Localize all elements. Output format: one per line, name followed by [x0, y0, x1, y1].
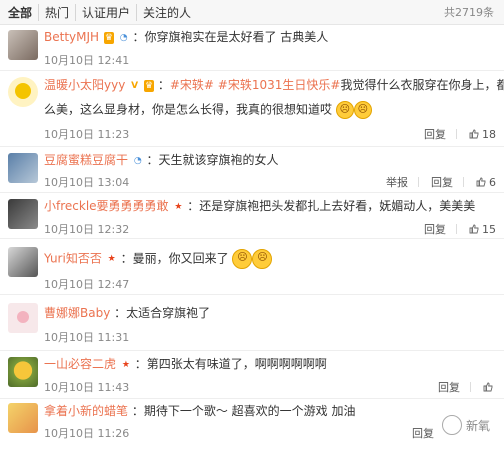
list-item: 曹娜娜Baby ：太适合穿旗袍了 10月10日 11:31: [0, 295, 504, 351]
star-badge-icon: ★: [121, 359, 130, 370]
username[interactable]: 温暖小太阳yyy: [44, 78, 125, 92]
comment-count: 共2719条: [444, 6, 494, 19]
username[interactable]: 一山必容二虎: [44, 357, 116, 371]
thumbs-up-icon: [469, 224, 479, 234]
username[interactable]: 小freckle要勇勇勇勇敢: [44, 199, 169, 213]
like-count: 6: [489, 175, 496, 189]
vip-crown-icon: ♛: [103, 31, 114, 44]
like-button[interactable]: 6: [476, 176, 496, 189]
star-badge-icon: ★: [107, 254, 116, 264]
list-item: BettyMJH ♛ ◔ ：你穿旗袍实在是太好看了 古典美人 10月10日 12…: [0, 25, 504, 71]
list-item: 拿着小新的蜡笔 ：期待下一个歌～ 超喜欢的一个游戏 加油 10月10日 11:2…: [0, 399, 504, 447]
reply-button[interactable]: 回复: [412, 425, 434, 441]
timestamp: 10月10日 12:41: [44, 54, 130, 67]
username[interactable]: 豆腐蜜糕豆腐干: [44, 153, 128, 167]
list-item: 温暖小太阳yyy V ♛ ：#宋轶# #宋轶1031生日快乐#我觉得什么衣服穿在…: [0, 71, 504, 147]
list-item: Yuri知否否 ★ ：曼丽，你又回来了 ☹ ☹ 10月10日 12:47: [0, 239, 504, 295]
username[interactable]: BettyMJH: [44, 30, 99, 44]
list-item: 一山必容二虎 ★ ：第四张太有味道了，啊啊啊啊啊啊 10月10日 11:43 回…: [0, 351, 504, 399]
avatar[interactable]: [8, 357, 38, 387]
list-item: 豆腐蜜糕豆腐干 ◔ ：天生就该穿旗袍的女人 10月10日 13:04 举报 回复…: [0, 147, 504, 193]
level-icon: ◔: [119, 32, 128, 43]
username[interactable]: 曹娜娜Baby: [44, 306, 110, 320]
avatar[interactable]: [8, 199, 38, 229]
comment-list: BettyMJH ♛ ◔ ：你穿旗袍实在是太好看了 古典美人 10月10日 12…: [0, 25, 504, 447]
emoji-face-icon: ☹: [252, 249, 273, 269]
avatar[interactable]: [8, 77, 38, 107]
emoji-face-icon: ☹: [353, 101, 372, 119]
timestamp: 10月10日 11:43: [44, 381, 130, 394]
reply-button[interactable]: 回复: [431, 174, 453, 190]
sun-icon: [15, 83, 31, 99]
tab-all[interactable]: 全部: [0, 4, 38, 21]
comment-text: ：你穿旗袍实在是太好看了 古典美人: [132, 30, 329, 44]
filter-tabs: 全部 热门 认证用户 关注的人 共2719条: [0, 0, 504, 25]
thumbs-up-icon: [483, 382, 493, 392]
avatar[interactable]: [8, 247, 38, 277]
username[interactable]: 拿着小新的蜡笔: [44, 404, 128, 418]
comment-text: ：天生就该穿旗袍的女人: [146, 153, 279, 167]
timestamp: 10月10日 12:32: [44, 223, 130, 236]
tab-verified[interactable]: 认证用户: [75, 3, 136, 21]
avatar[interactable]: [8, 403, 38, 433]
avatar[interactable]: [8, 30, 38, 60]
star-badge-icon: ★: [174, 201, 183, 212]
like-count: 15: [482, 222, 496, 236]
like-count: 18: [482, 127, 496, 141]
comment-text: ：第四张太有味道了，啊啊啊啊啊啊: [134, 357, 327, 371]
comment-text: ：曼丽，你又回来了: [120, 251, 229, 266]
tab-following[interactable]: 关注的人: [136, 3, 197, 21]
username[interactable]: Yuri知否否: [44, 252, 102, 266]
comment-text: ：期待下一个歌～ 超喜欢的一个游戏 加油: [131, 404, 356, 418]
comment-text: ：还是穿旗袍把头发都扎上去好看，妩媚动人，美美美: [187, 199, 476, 213]
emoji-face-icon: ☹: [232, 249, 253, 269]
vip-crown-icon: ♛: [143, 79, 155, 92]
reply-button[interactable]: 回复: [438, 379, 460, 395]
like-button[interactable]: 15: [469, 223, 496, 236]
timestamp: 10月10日 11:26: [44, 427, 130, 440]
comment-text: 么美，这么显身材，你是怎么长得，我真的很想知道哎: [44, 102, 333, 117]
avatar[interactable]: [8, 303, 38, 333]
timestamp: 10月10日 12:47: [44, 278, 130, 291]
tab-hot[interactable]: 热门: [38, 3, 75, 21]
timestamp: 10月10日 11:23: [44, 128, 130, 141]
reply-button[interactable]: 回复: [424, 126, 446, 142]
thumbs-up-icon: [476, 177, 486, 187]
thumbs-up-icon: [469, 129, 479, 139]
timestamp: 10月10日 11:31: [44, 331, 130, 344]
comment-text: ：太适合穿旗袍了: [114, 306, 211, 320]
watermark-text: 新氧: [465, 418, 490, 433]
watermark: 新氧: [441, 415, 490, 435]
reply-button[interactable]: 回复: [424, 221, 446, 237]
like-button[interactable]: 18: [469, 128, 496, 141]
wechat-logo-icon: [441, 415, 462, 435]
flower-icon: [17, 311, 29, 323]
list-item: 小freckle要勇勇勇勇敢 ★ ：还是穿旗袍把头发都扎上去好看，妩媚动人，美美…: [0, 193, 504, 239]
like-button[interactable]: [483, 382, 496, 392]
report-button[interactable]: 举报: [386, 174, 408, 190]
emoji-face-icon: ☹: [335, 101, 354, 119]
hashtag-link[interactable]: #宋轶# #宋轶1031生日快乐#: [170, 78, 341, 92]
avatar[interactable]: [8, 153, 38, 183]
timestamp: 10月10日 13:04: [44, 176, 130, 189]
level-icon: ◔: [133, 155, 142, 166]
verified-v-icon: V: [131, 80, 139, 91]
